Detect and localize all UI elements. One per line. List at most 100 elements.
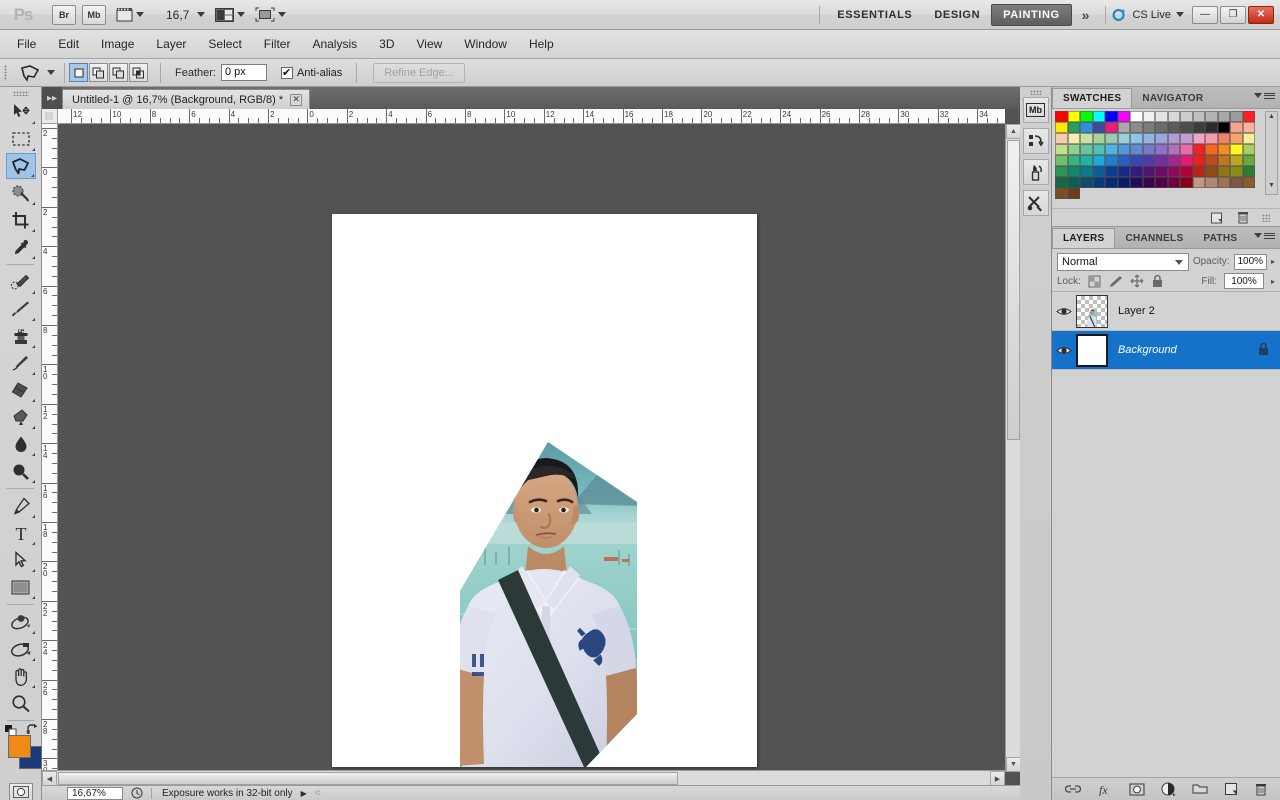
layer-visibility-toggle[interactable] [1052,306,1076,317]
swatch-38[interactable] [1130,133,1143,144]
delete-swatch-icon[interactable] [1236,210,1250,225]
swatch-92[interactable] [1205,166,1218,177]
swatch-101[interactable] [1117,177,1130,188]
swatch-12[interactable] [1205,111,1218,122]
swatch-13[interactable] [1217,111,1230,122]
panel-resize-grip[interactable] [1262,213,1270,222]
swatch-63[interactable] [1242,144,1255,155]
swatch-102[interactable] [1130,177,1143,188]
swatch-51[interactable] [1092,144,1105,155]
feather-input[interactable]: 0 px [220,64,267,81]
swatch-86[interactable] [1130,166,1143,177]
tab-paths[interactable]: PATHS [1193,228,1247,248]
swatch-30[interactable] [1230,122,1243,133]
scroll-right-button[interactable]: ▶ [990,771,1005,786]
launch-bridge-button[interactable]: Br [52,4,76,25]
swatch-36[interactable] [1105,133,1118,144]
swatch-105[interactable] [1167,177,1180,188]
swatch-98[interactable] [1080,177,1093,188]
move-tool[interactable] [6,99,36,125]
eraser-tool[interactable] [6,377,36,403]
tab-layers[interactable]: LAYERS [1052,228,1116,248]
swatch-53[interactable] [1117,144,1130,155]
layer-visibility-toggle[interactable] [1052,345,1076,356]
quick-mask-mode-button[interactable] [8,783,33,800]
swatch-10[interactable] [1180,111,1193,122]
swatch-56[interactable] [1155,144,1168,155]
zoom-chevron-down-icon[interactable] [197,12,206,17]
swatch-113[interactable] [1067,188,1080,199]
swatch-33[interactable] [1067,133,1080,144]
vertical-scroll-thumb[interactable] [1007,140,1020,440]
swatch-93[interactable] [1217,166,1230,177]
menu-select[interactable]: Select [197,30,252,59]
lock-image-pixels-icon[interactable] [1108,275,1123,288]
swatch-87[interactable] [1142,166,1155,177]
swatch-88[interactable] [1155,166,1168,177]
table-row[interactable]: Background [1052,331,1280,370]
swatch-39[interactable] [1142,133,1155,144]
swatch-21[interactable] [1117,122,1130,133]
swatch-111[interactable] [1242,177,1255,188]
swatch-78[interactable] [1230,155,1243,166]
horizontal-type-tool[interactable]: T [6,520,36,546]
lock-position-icon[interactable] [1130,274,1144,288]
menu-analysis[interactable]: Analysis [301,30,368,59]
swatch-95[interactable] [1242,166,1255,177]
layer-thumbnail[interactable] [1076,294,1108,328]
swatch-54[interactable] [1130,144,1143,155]
rail-grip[interactable] [1020,87,1051,97]
swatch-99[interactable] [1092,177,1105,188]
swatch-70[interactable] [1130,155,1143,166]
fill-value[interactable]: 100% [1223,273,1264,289]
close-document-icon[interactable]: ✕ [290,93,303,106]
swatch-96[interactable] [1055,177,1068,188]
swatch-41[interactable] [1167,133,1180,144]
lock-transparent-pixels-icon[interactable] [1088,275,1101,288]
new-layer-icon[interactable] [1224,782,1238,796]
swatch-44[interactable] [1205,133,1218,144]
tools-panel-grip[interactable] [0,87,41,99]
swatch-89[interactable] [1167,166,1180,177]
swatch-64[interactable] [1055,155,1068,166]
3d-camera-rotate-tool[interactable] [6,636,36,662]
status-left-icon[interactable]: < [315,788,321,799]
swatch-80[interactable] [1055,166,1068,177]
swatch-35[interactable] [1092,133,1105,144]
swatch-19[interactable] [1092,122,1105,133]
swatch-grid[interactable] [1052,109,1280,199]
tab-swatches[interactable]: SWATCHES [1052,88,1133,108]
swatch-60[interactable] [1205,144,1218,155]
gradient-tool[interactable] [6,404,36,430]
swatch-59[interactable] [1192,144,1205,155]
swatch-77[interactable] [1217,155,1230,166]
workspace-essentials[interactable]: ESSENTIALS [826,4,923,26]
swatch-34[interactable] [1080,133,1093,144]
layer-thumbnail[interactable] [1076,333,1108,367]
swatch-55[interactable] [1142,144,1155,155]
swatch-48[interactable] [1055,144,1068,155]
swatch-15[interactable] [1242,111,1255,122]
anti-alias-checkbox[interactable]: Anti-alias [280,66,342,79]
swatch-58[interactable] [1180,144,1193,155]
workspace-design[interactable]: DESIGN [923,4,991,26]
expand-dock-icon[interactable]: ▸▸ [42,87,62,109]
canvas-horizontal-scrollbar[interactable]: ◀ ▶ [42,770,1005,786]
swatch-5[interactable] [1117,111,1130,122]
history-brush-tool[interactable] [6,350,36,376]
fill-slider-arrow-icon[interactable]: ▸ [1271,277,1275,286]
ruler-origin[interactable] [42,109,58,124]
swatch-71[interactable] [1142,155,1155,166]
swatch-42[interactable] [1180,133,1193,144]
pen-tool[interactable] [6,493,36,519]
options-bar-grip[interactable] [0,59,10,87]
refine-edge-button[interactable]: Refine Edge... [373,62,465,83]
swatch-100[interactable] [1105,177,1118,188]
zoom-percent-field[interactable]: 16,67% [67,786,123,800]
tab-channels[interactable]: CHANNELS [1115,228,1193,248]
horizontal-scroll-thumb[interactable] [58,772,678,785]
3d-object-rotate-tool[interactable] [6,609,36,635]
view-extras-menu[interactable] [116,4,144,26]
swatch-61[interactable] [1217,144,1230,155]
canvas-viewport[interactable] [58,124,1005,772]
